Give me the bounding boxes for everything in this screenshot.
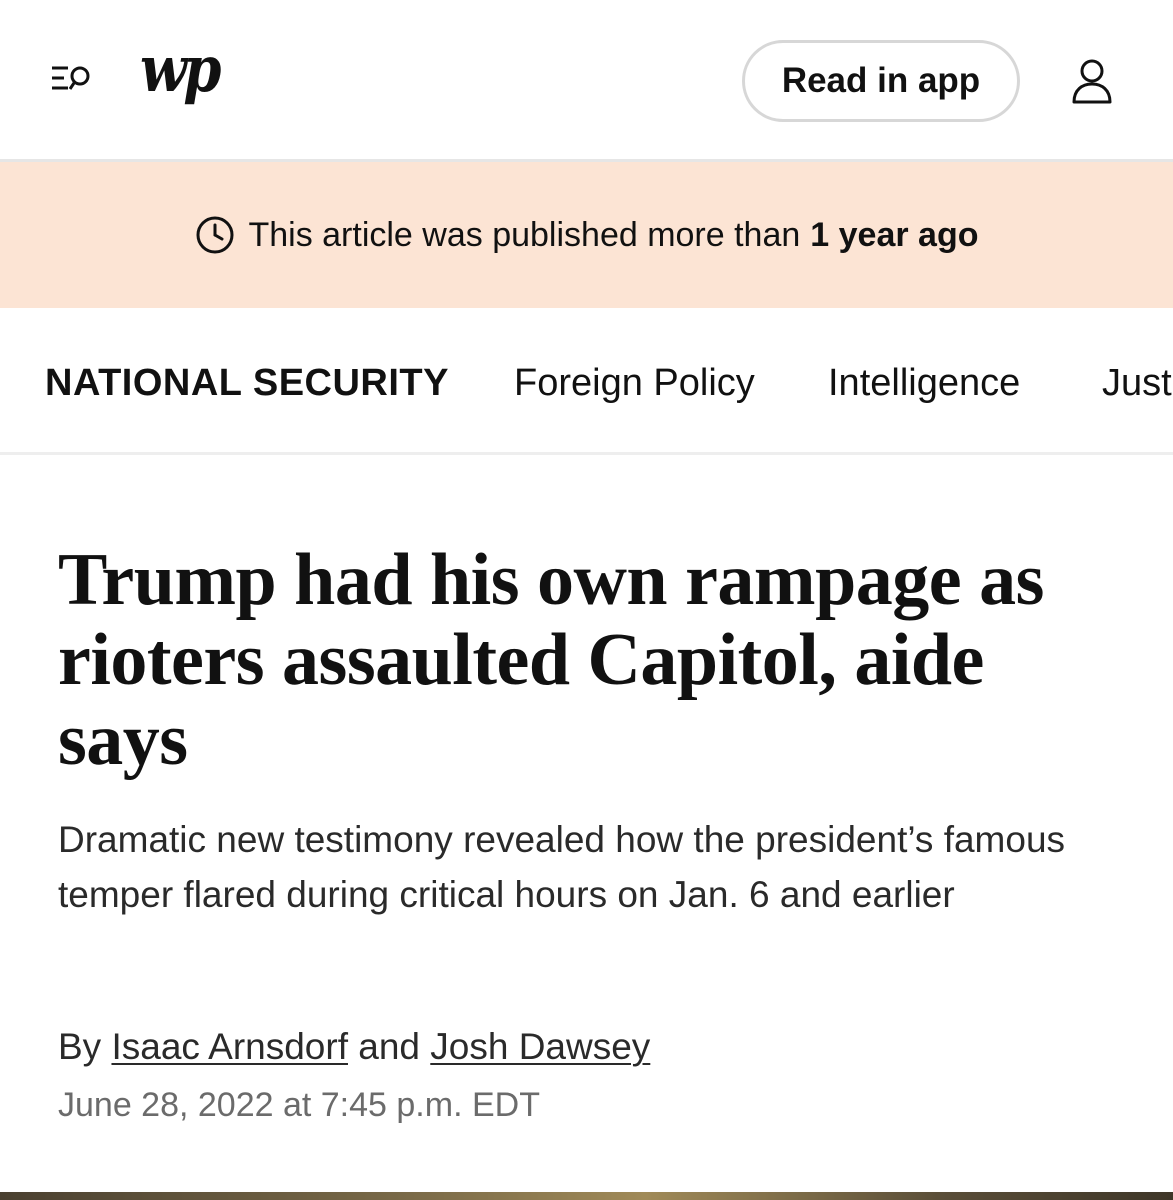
nav-item-justice[interactable]: Just xyxy=(1102,360,1172,406)
nav-item-foreign-policy[interactable]: Foreign Policy xyxy=(514,360,755,406)
publish-timestamp: June 28, 2022 at 7:45 p.m. EDT xyxy=(58,1086,540,1124)
byline: By Isaac Arnsdorf and Josh Dawsey xyxy=(58,1023,650,1071)
menu-search-icon[interactable] xyxy=(44,56,100,104)
article-age-notice: This article was published more than 1 y… xyxy=(0,162,1173,308)
section-nav: NATIONAL SECURITY Foreign Policy Intelli… xyxy=(0,308,1173,455)
clock-icon xyxy=(196,216,234,254)
top-header: wp Read in app xyxy=(0,0,1173,162)
section-title-national-security[interactable]: NATIONAL SECURITY xyxy=(45,360,449,406)
article-headline: Trump had his own rampage as rioters ass… xyxy=(58,539,1044,781)
article-subheadline: Dramatic new testimony revealed how the … xyxy=(58,819,1066,915)
nav-item-intelligence[interactable]: Intelligence xyxy=(828,360,1020,406)
washington-post-logo[interactable]: wp xyxy=(140,38,221,102)
lead-image-top-edge xyxy=(0,1192,1173,1200)
byline-conjunction: and xyxy=(358,1026,420,1067)
read-in-app-button[interactable]: Read in app xyxy=(742,40,1020,122)
byline-prefix: By xyxy=(58,1026,102,1067)
user-icon[interactable] xyxy=(1064,56,1120,108)
author-link-isaac-arnsdorf[interactable]: Isaac Arnsdorf xyxy=(111,1026,348,1067)
author-link-josh-dawsey[interactable]: Josh Dawsey xyxy=(430,1026,650,1067)
age-notice-text: This article was published more than xyxy=(248,215,801,254)
age-notice-emphasis: 1 year ago xyxy=(810,215,979,254)
